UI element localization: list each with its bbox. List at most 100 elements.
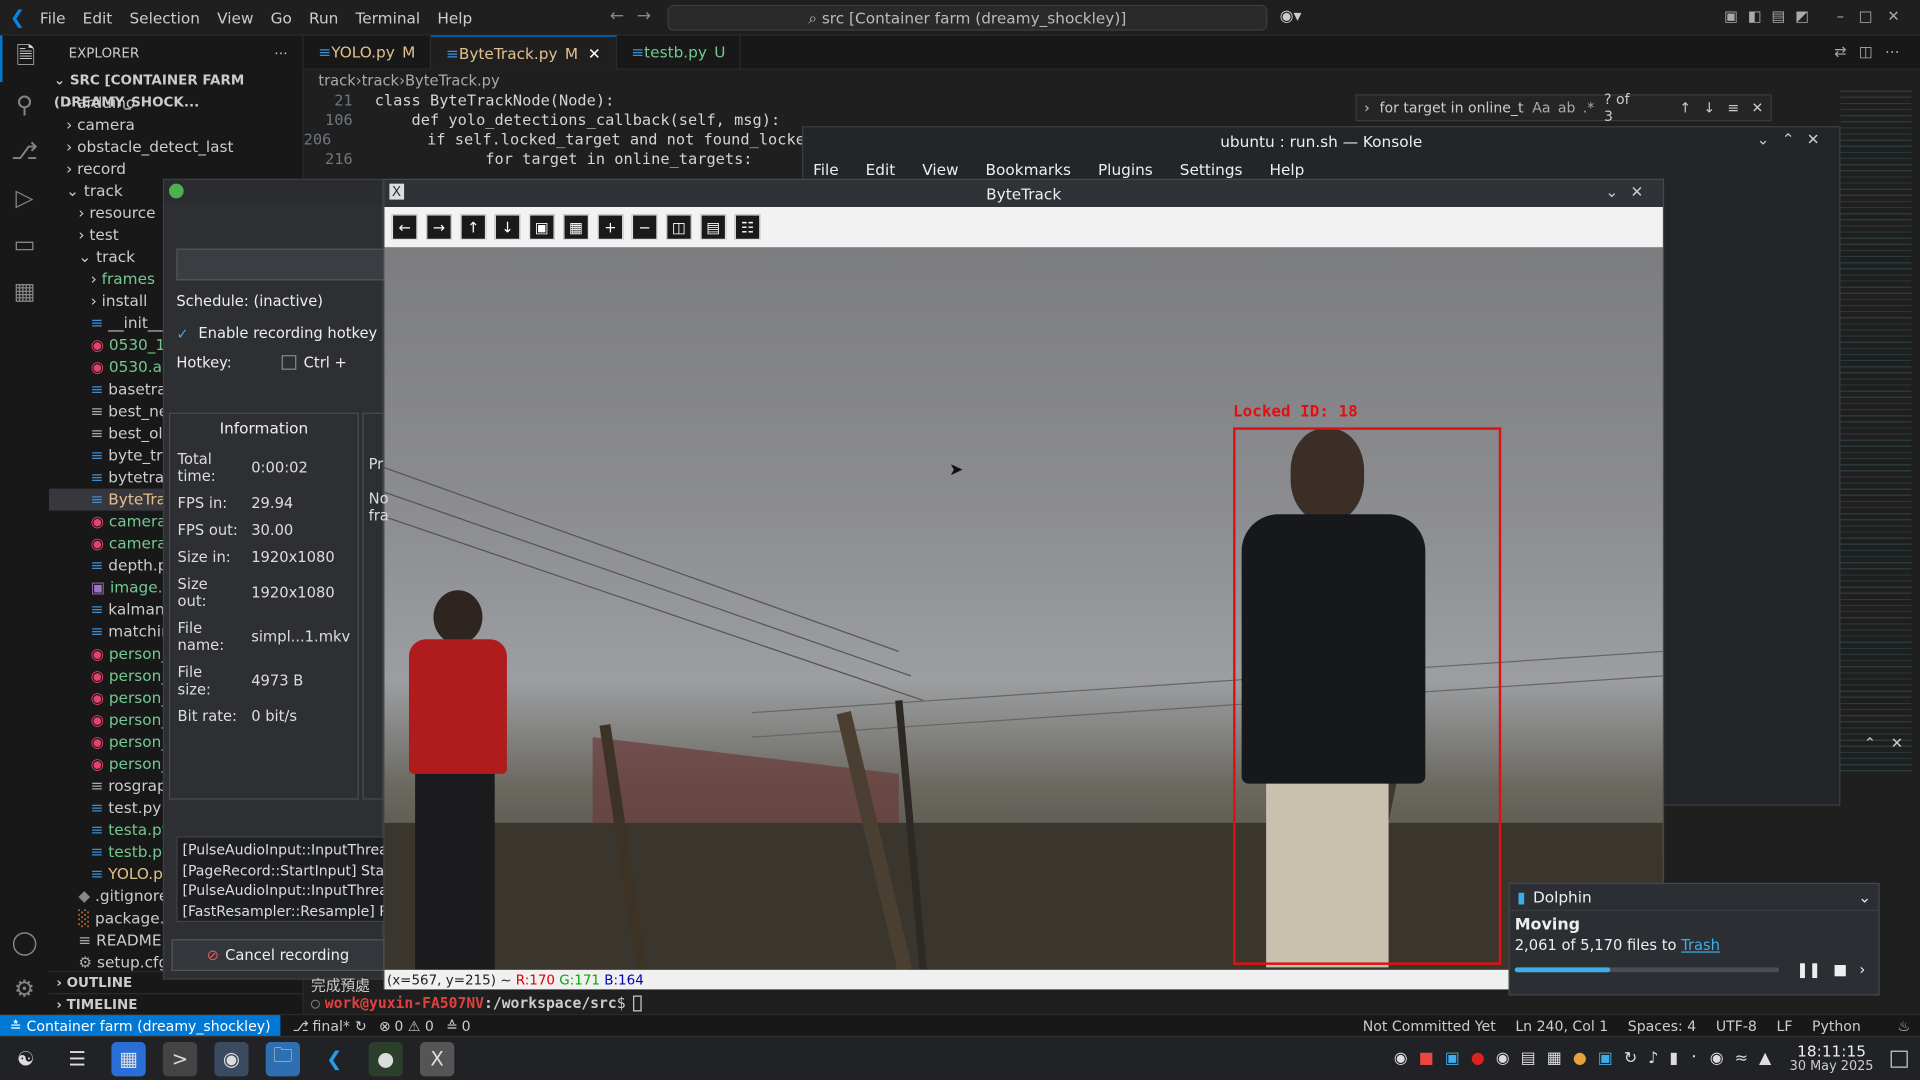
pan-down-icon[interactable]: ↓ bbox=[494, 214, 521, 241]
recorder-icon[interactable]: ● bbox=[368, 1041, 403, 1076]
close-icon[interactable]: ✕ bbox=[1751, 99, 1763, 116]
system-tray[interactable]: ◉ ■ ▣ ● ◉ ▤ ▦ ● ▣ ↻ ♪ ▮ ᛫ ◉ ≈ ▲ bbox=[1394, 1049, 1783, 1067]
tray-record-icon[interactable]: ● bbox=[1471, 1049, 1496, 1067]
zoom-fit-icon[interactable]: ▦ bbox=[563, 214, 589, 241]
language-mode[interactable]: Python bbox=[1812, 1017, 1861, 1034]
pan-up-icon[interactable]: ↑ bbox=[460, 214, 487, 241]
tab-testb-py[interactable]: ≡ testb.py U bbox=[617, 34, 742, 70]
menu-file[interactable]: File bbox=[40, 8, 66, 26]
run-debug-icon[interactable]: ▷ bbox=[0, 175, 49, 222]
close-icon[interactable]: ✕ bbox=[588, 43, 601, 61]
tray-expand-icon[interactable]: ▲ bbox=[1759, 1049, 1782, 1067]
back-icon[interactable]: ← bbox=[610, 6, 624, 26]
code-line[interactable]: 216 for target in online_targets: bbox=[304, 149, 818, 169]
store-icon[interactable]: ▦ bbox=[111, 1041, 146, 1076]
ports-label[interactable]: 0 bbox=[462, 1017, 471, 1034]
battery-icon[interactable]: ▮ bbox=[1669, 1049, 1689, 1067]
arrow-down-icon[interactable]: ↓ bbox=[1703, 99, 1715, 116]
arrow-up-icon[interactable]: ↑ bbox=[1679, 99, 1691, 116]
pan-left-icon[interactable]: ← bbox=[391, 214, 418, 241]
code-line[interactable]: 206 if self.locked_target and not found_… bbox=[304, 130, 824, 150]
tray-weather-icon[interactable]: ● bbox=[1573, 1049, 1598, 1067]
find-input[interactable]: for target in online_targ bbox=[1380, 99, 1525, 116]
konsole-menu-settings[interactable]: Settings bbox=[1180, 160, 1243, 178]
konsole-menu-file[interactable]: File bbox=[813, 160, 839, 178]
tab-yolo-py[interactable]: ≡ YOLO.py M bbox=[304, 34, 432, 70]
terminal-icon[interactable]: > bbox=[162, 1041, 198, 1076]
menu-go[interactable]: Go bbox=[271, 8, 292, 26]
code-line[interactable]: 106 def yolo_detections_callback(self, m… bbox=[304, 110, 818, 130]
copy-icon[interactable]: ▤ bbox=[700, 214, 727, 241]
tab-bytetrack-py[interactable]: ≡ ByteTrack.py M ✕ bbox=[431, 34, 617, 70]
forward-icon[interactable]: → bbox=[637, 6, 651, 26]
sync-icon[interactable]: ↻ bbox=[355, 1017, 367, 1034]
minimap[interactable] bbox=[1840, 85, 1912, 772]
x-window-icon[interactable]: X bbox=[420, 1041, 455, 1076]
remote-indicator[interactable]: ≛ Container farm (dreamy_shockley) bbox=[0, 1014, 281, 1037]
timeline-section[interactable]: › TIMELINE bbox=[48, 993, 304, 1015]
zoom-original-icon[interactable]: ▣ bbox=[528, 214, 555, 241]
trash-link[interactable]: Trash bbox=[1681, 937, 1720, 954]
panel-controls[interactable]: ⌃✕ bbox=[1864, 735, 1918, 752]
app-launcher-icon[interactable]: ☯ bbox=[9, 1041, 43, 1075]
copilot-icon[interactable]: ◉▾ bbox=[1280, 7, 1302, 25]
explorer-icon[interactable]: 🗎 bbox=[0, 35, 49, 83]
chevron-down-icon[interactable]: ⌄ bbox=[1858, 888, 1871, 906]
extensions-icon[interactable]: ▦ bbox=[0, 268, 49, 315]
menu-run[interactable]: Run bbox=[309, 8, 338, 26]
remote-explorer-icon[interactable]: ▭ bbox=[0, 222, 49, 269]
cancel-recording-button[interactable]: ⊘ Cancel recording bbox=[171, 939, 385, 972]
whole-word-icon[interactable]: ab bbox=[1558, 99, 1576, 116]
account-icon[interactable]: ◯ bbox=[0, 920, 49, 967]
menu-edit[interactable]: Edit bbox=[83, 8, 113, 26]
wifi-icon[interactable]: ≈ bbox=[1735, 1049, 1759, 1067]
enable-hotkey[interactable]: ✓ Enable recording hotkey bbox=[176, 324, 382, 343]
command-center[interactable]: ⌕ src [Container farm (dreamy_shockley)] bbox=[667, 4, 1268, 31]
tray-refresh-icon[interactable]: ↻ bbox=[1624, 1049, 1648, 1067]
checkbox-checked-icon[interactable]: ✓ bbox=[176, 326, 191, 343]
tray-keyboard-icon[interactable]: ▦ bbox=[1547, 1049, 1573, 1067]
cursor-position[interactable]: Ln 240, Col 1 bbox=[1515, 1017, 1608, 1034]
volume-icon[interactable]: ♪ bbox=[1648, 1049, 1669, 1067]
konsole-menu-plugins[interactable]: Plugins bbox=[1098, 160, 1153, 178]
bluetooth-icon[interactable]: ᛫ bbox=[1689, 1049, 1710, 1067]
pan-right-icon[interactable]: → bbox=[426, 214, 452, 241]
stop-icon[interactable]: ■ bbox=[1833, 961, 1847, 978]
pause-icon[interactable]: ❚❚ bbox=[1796, 961, 1821, 978]
properties-icon[interactable]: ☷ bbox=[734, 214, 761, 241]
checkbox-icon[interactable] bbox=[281, 355, 297, 370]
match-case-icon[interactable]: Aa bbox=[1532, 99, 1550, 116]
tree-item[interactable]: › camera bbox=[49, 114, 302, 136]
window-controls[interactable]: ⌄✕ bbox=[1605, 182, 1655, 200]
tray-clipboard-icon[interactable]: ▤ bbox=[1521, 1049, 1547, 1067]
window-controls[interactable]: ⌄⌃✕ bbox=[1757, 130, 1832, 148]
breadcrumb-item[interactable]: track bbox=[362, 72, 399, 89]
overview-icon[interactable]: ☰ bbox=[60, 1041, 94, 1075]
chevron-right-icon[interactable]: › bbox=[1364, 99, 1370, 116]
selection-icon[interactable]: ≡ bbox=[1727, 99, 1739, 116]
zoom-out-icon[interactable]: − bbox=[631, 214, 658, 241]
branch-label[interactable]: final* bbox=[313, 1017, 350, 1034]
terminal-prompt[interactable]: ○ work@yuxin-FA507NV:/workspace/src $ bbox=[311, 994, 642, 1011]
problems-label[interactable]: 0 ⚠ 0 bbox=[394, 1017, 434, 1034]
tray-update-icon[interactable]: ◉ bbox=[1496, 1049, 1521, 1067]
chrome-icon[interactable]: ◉ bbox=[214, 1041, 249, 1076]
menu-view[interactable]: View bbox=[217, 8, 253, 26]
files-icon[interactable]: 🗀 bbox=[265, 1041, 301, 1076]
breadcrumb-item[interactable]: ByteTrack.py bbox=[405, 72, 500, 89]
show-desktop-icon[interactable] bbox=[1890, 1050, 1908, 1068]
tree-item[interactable]: › record bbox=[49, 158, 302, 180]
tray-vpn-icon[interactable]: ■ bbox=[1419, 1049, 1445, 1067]
zoom-in-icon[interactable]: + bbox=[597, 214, 624, 241]
bell-icon[interactable]: ♨ bbox=[1898, 1017, 1911, 1034]
window-controls[interactable]: –□✕ bbox=[1837, 7, 1915, 24]
chevron-right-icon[interactable]: › bbox=[1859, 961, 1865, 978]
mic-icon[interactable]: ◉ bbox=[1710, 1049, 1735, 1067]
tree-item[interactable]: › obstacle_detect_last bbox=[49, 136, 302, 158]
code-line[interactable]: 21 class ByteTrackNode(Node): bbox=[304, 91, 818, 111]
vscode-icon[interactable]: ❮ bbox=[317, 1041, 351, 1075]
konsole-menu-bookmarks[interactable]: Bookmarks bbox=[985, 160, 1071, 178]
menu-selection[interactable]: Selection bbox=[129, 8, 200, 26]
indentation[interactable]: Spaces: 4 bbox=[1628, 1017, 1696, 1034]
menu-help[interactable]: Help bbox=[437, 8, 472, 26]
